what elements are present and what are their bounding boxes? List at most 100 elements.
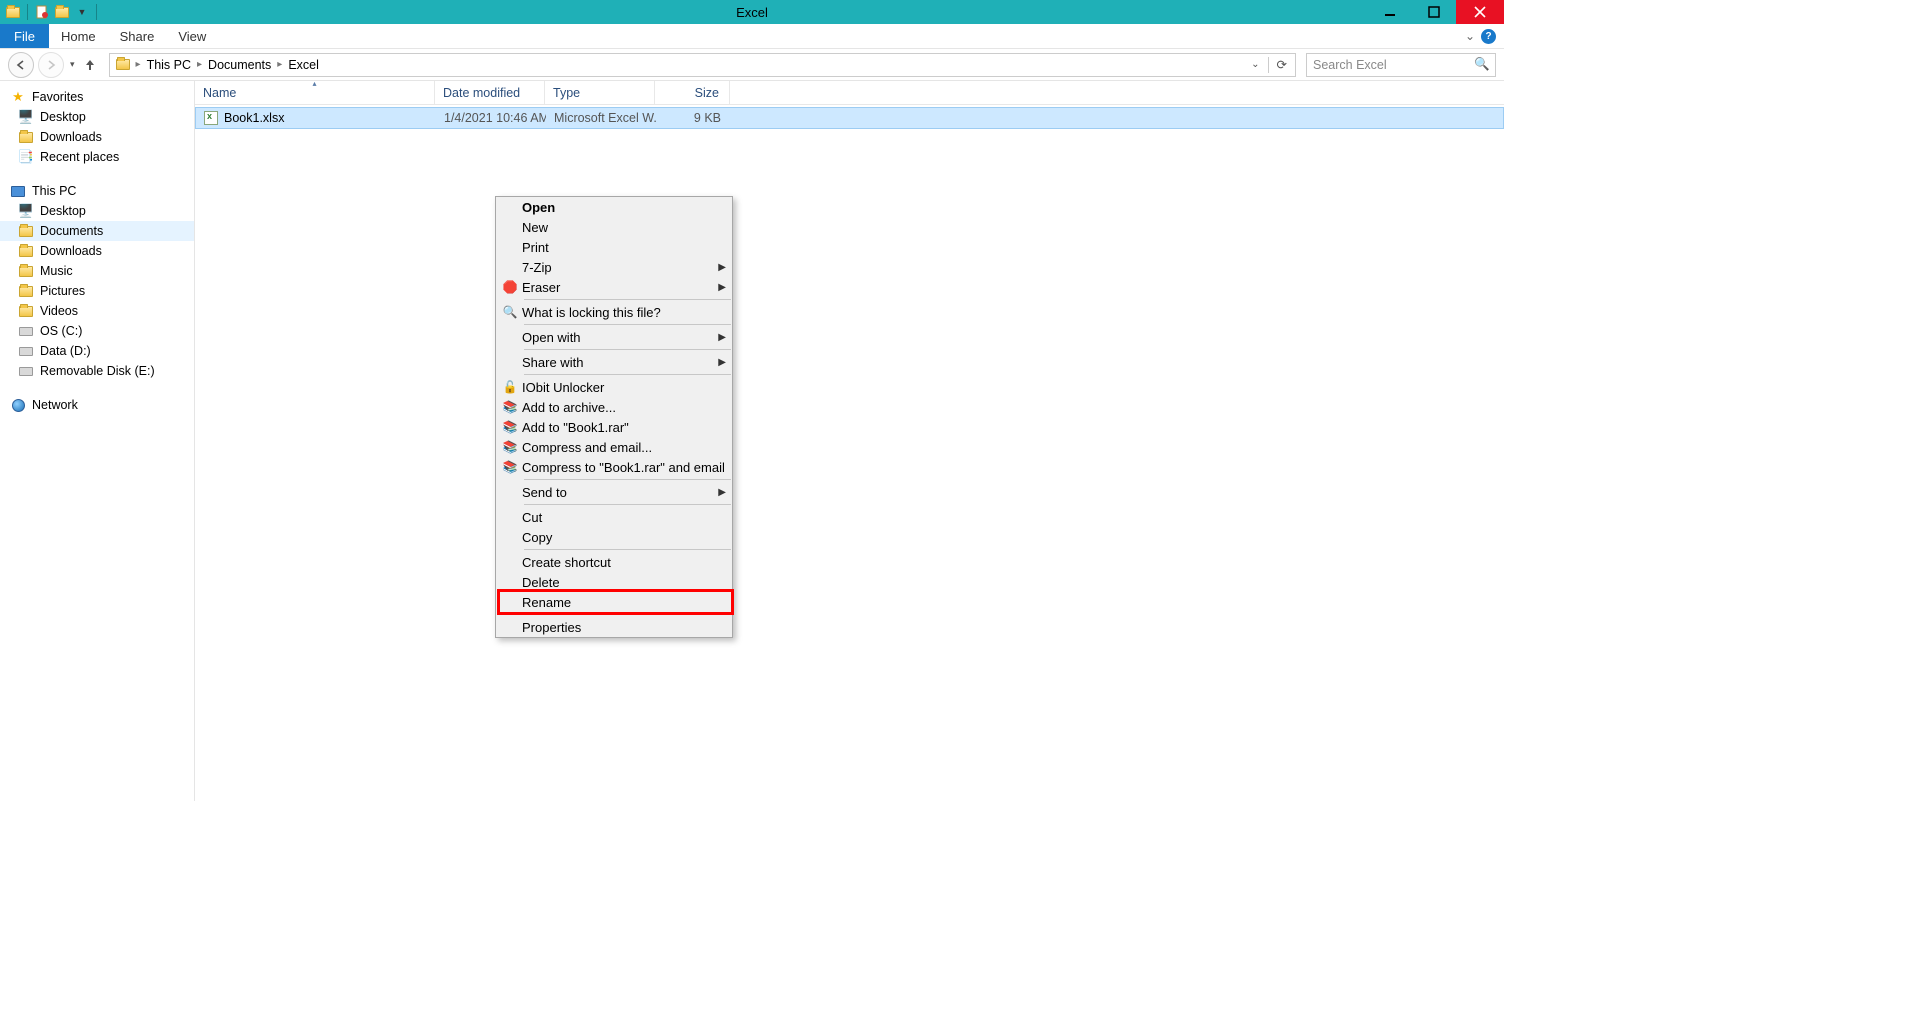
search-input[interactable] bbox=[1313, 58, 1474, 72]
chevron-right-icon[interactable]: ▸ bbox=[197, 59, 202, 70]
file-type-cell: Microsoft Excel W... bbox=[546, 108, 656, 128]
nav-root-this-pc[interactable]: This PC bbox=[0, 181, 194, 201]
minimize-button[interactable] bbox=[1368, 0, 1412, 24]
back-button[interactable] bbox=[8, 52, 34, 78]
menu-item-7-zip[interactable]: 7-Zip▶ bbox=[496, 257, 732, 277]
separator bbox=[27, 4, 28, 20]
menu-item-label: Send to bbox=[520, 485, 718, 500]
column-header-date[interactable]: Date modified bbox=[435, 81, 545, 104]
ribbon-tabs: File Home Share View ⌄ ? bbox=[0, 24, 1504, 49]
location-folder-icon bbox=[114, 59, 132, 70]
menu-item-send-to[interactable]: Send to▶ bbox=[496, 482, 732, 502]
column-label: Size bbox=[695, 86, 719, 100]
file-tab[interactable]: File bbox=[0, 24, 49, 48]
nav-root-network[interactable]: Network bbox=[0, 395, 194, 415]
submenu-arrow-icon: ▶ bbox=[718, 262, 726, 273]
menu-item-create-shortcut[interactable]: Create shortcut bbox=[496, 552, 732, 572]
nav-item-os-c[interactable]: OS (C:) bbox=[0, 321, 194, 341]
menu-item-label: Print bbox=[520, 240, 726, 255]
menu-item-what-is-locking-this-file[interactable]: 🔍What is locking this file? bbox=[496, 302, 732, 322]
nav-item-data-d[interactable]: Data (D:) bbox=[0, 341, 194, 361]
search-box[interactable]: 🔍 bbox=[1306, 53, 1496, 77]
qat-dropdown-icon[interactable]: ▼ bbox=[73, 3, 91, 21]
menu-item-eraser[interactable]: 🛑Eraser▶ bbox=[496, 277, 732, 297]
tab-view[interactable]: View bbox=[166, 24, 218, 48]
menu-item-cut[interactable]: Cut bbox=[496, 507, 732, 527]
archive-icon: 📚 bbox=[500, 420, 520, 434]
drive-icon bbox=[18, 323, 34, 339]
nav-label: Favorites bbox=[32, 90, 83, 104]
column-header-name[interactable]: ▴ Name bbox=[195, 81, 435, 104]
address-history-dropdown-icon[interactable]: ⌄ bbox=[1247, 59, 1263, 70]
menu-item-iobit-unlocker[interactable]: 🔓IObit Unlocker bbox=[496, 377, 732, 397]
nav-item-videos[interactable]: Videos bbox=[0, 301, 194, 321]
menu-item-copy[interactable]: Copy bbox=[496, 527, 732, 547]
menu-item-new[interactable]: New bbox=[496, 217, 732, 237]
tab-share[interactable]: Share bbox=[108, 24, 167, 48]
nav-item-desktop[interactable]: 🖥️Desktop bbox=[0, 201, 194, 221]
menu-item-rename[interactable]: Rename bbox=[496, 592, 732, 612]
close-button[interactable] bbox=[1456, 0, 1504, 24]
menu-item-label: Cut bbox=[520, 510, 726, 525]
nav-group-network: Network bbox=[0, 395, 194, 415]
submenu-arrow-icon: ▶ bbox=[718, 332, 726, 343]
search-icon[interactable]: 🔍 bbox=[1474, 57, 1490, 72]
address-bar[interactable]: ▸ This PC ▸ Documents ▸ Excel ⌄ ⟳ bbox=[109, 53, 1296, 77]
menu-item-properties[interactable]: Properties bbox=[496, 617, 732, 637]
menu-item-label: Properties bbox=[520, 620, 726, 635]
column-label: Type bbox=[553, 86, 580, 100]
menu-item-open[interactable]: Open bbox=[496, 197, 732, 217]
nav-item-desktop[interactable]: 🖥️Desktop bbox=[0, 107, 194, 127]
nav-item-downloads[interactable]: Downloads bbox=[0, 241, 194, 261]
window-title: Excel bbox=[736, 5, 768, 20]
column-header-type[interactable]: Type bbox=[545, 81, 655, 104]
chevron-right-icon[interactable]: ▸ bbox=[136, 59, 141, 70]
menu-item-label: Share with bbox=[520, 355, 718, 370]
menu-item-compress-and-email[interactable]: 📚Compress and email... bbox=[496, 437, 732, 457]
menu-item-label: Compress and email... bbox=[520, 440, 726, 455]
breadcrumb-documents[interactable]: Documents bbox=[206, 58, 273, 72]
column-header-size[interactable]: Size bbox=[655, 81, 730, 104]
breadcrumb-this-pc[interactable]: This PC bbox=[145, 58, 193, 72]
properties-icon[interactable] bbox=[33, 3, 51, 21]
menu-item-print[interactable]: Print bbox=[496, 237, 732, 257]
chevron-right-icon[interactable]: ▸ bbox=[277, 59, 282, 70]
drive-icon bbox=[18, 343, 34, 359]
refresh-icon[interactable]: ⟳ bbox=[1273, 57, 1291, 72]
menu-separator bbox=[524, 374, 731, 375]
excel-file-icon bbox=[204, 111, 218, 125]
tab-home[interactable]: Home bbox=[49, 24, 108, 48]
submenu-arrow-icon: ▶ bbox=[718, 357, 726, 368]
help-icon[interactable]: ? bbox=[1481, 29, 1496, 44]
maximize-button[interactable] bbox=[1412, 0, 1456, 24]
separator bbox=[96, 4, 97, 20]
menu-item-add-to-book1-rar[interactable]: 📚Add to "Book1.rar" bbox=[496, 417, 732, 437]
menu-item-open-with[interactable]: Open with▶ bbox=[496, 327, 732, 347]
history-dropdown-icon[interactable]: ▾ bbox=[68, 59, 77, 70]
navigation-pane: ★ Favorites 🖥️Desktop Downloads 📑Recent … bbox=[0, 81, 195, 801]
main-area: ★ Favorites 🖥️Desktop Downloads 📑Recent … bbox=[0, 81, 1504, 801]
menu-item-add-to-archive[interactable]: 📚Add to archive... bbox=[496, 397, 732, 417]
breadcrumb-excel[interactable]: Excel bbox=[286, 58, 321, 72]
nav-item-music[interactable]: Music bbox=[0, 261, 194, 281]
music-icon bbox=[18, 263, 34, 279]
menu-item-label: Copy bbox=[520, 530, 726, 545]
nav-item-recent-places[interactable]: 📑Recent places bbox=[0, 147, 194, 167]
menu-separator bbox=[524, 504, 731, 505]
folder-icon bbox=[4, 3, 22, 21]
menu-item-delete[interactable]: Delete bbox=[496, 572, 732, 592]
nav-item-documents[interactable]: Documents bbox=[0, 221, 194, 241]
up-button[interactable] bbox=[81, 58, 99, 72]
new-folder-icon[interactable] bbox=[53, 3, 71, 21]
nav-item-pictures[interactable]: Pictures bbox=[0, 281, 194, 301]
nav-item-downloads[interactable]: Downloads bbox=[0, 127, 194, 147]
forward-button[interactable] bbox=[38, 52, 64, 78]
menu-item-compress-to-book1-rar-and-email[interactable]: 📚Compress to "Book1.rar" and email bbox=[496, 457, 732, 477]
nav-root-favorites[interactable]: ★ Favorites bbox=[0, 87, 194, 107]
ribbon-collapse-icon[interactable]: ⌄ bbox=[1465, 29, 1475, 43]
file-row[interactable]: Book1.xlsx 1/4/2021 10:46 AM Microsoft E… bbox=[195, 107, 1504, 129]
menu-item-label: New bbox=[520, 220, 726, 235]
menu-item-share-with[interactable]: Share with▶ bbox=[496, 352, 732, 372]
nav-item-removable-e[interactable]: Removable Disk (E:) bbox=[0, 361, 194, 381]
lock-icon: 🔍 bbox=[500, 305, 520, 319]
